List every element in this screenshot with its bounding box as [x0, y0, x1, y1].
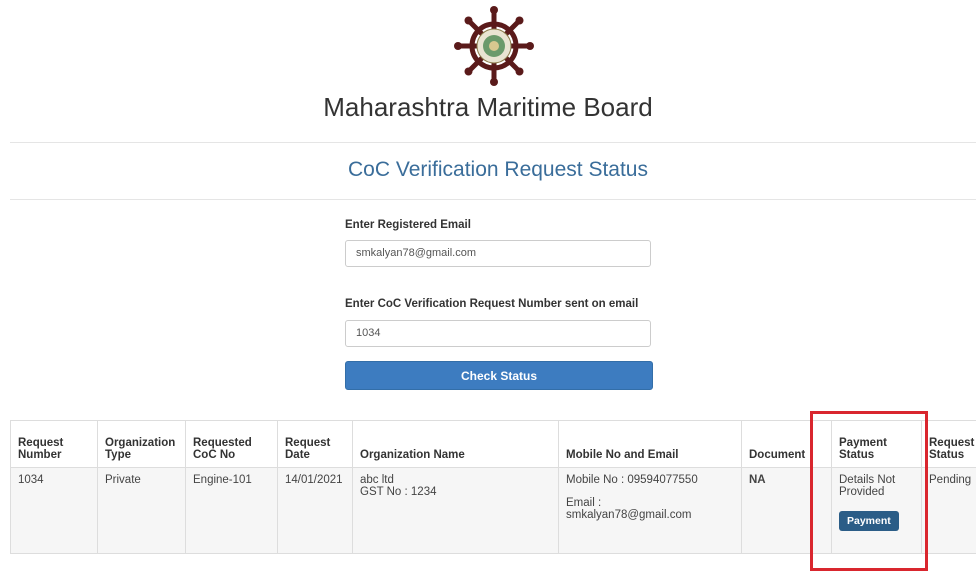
- header-request-date: Request Date: [277, 420, 353, 468]
- divider: [10, 142, 976, 143]
- email-label: Enter Registered Email: [345, 219, 471, 231]
- mobile-number: Mobile No : 09594077550: [566, 474, 698, 486]
- gst-number: GST No : 1234: [360, 486, 437, 498]
- email-field[interactable]: smkalyan78@gmail.com: [345, 240, 651, 267]
- cell-organization-name: abc ltd GST No : 1234: [352, 467, 559, 554]
- header-requested-coc-no: Requested CoC No: [185, 420, 278, 468]
- cell-document: NA: [741, 467, 832, 554]
- cell-request-status: Pending: [921, 467, 976, 554]
- table-row: 1034 Private Engine-101 14/01/2021 abc l…: [10, 467, 976, 554]
- email-address: smkalyan78@gmail.com: [566, 509, 692, 521]
- cell-mobile-email: Mobile No : 09594077550 Email : smkalyan…: [558, 467, 742, 554]
- header-mobile-email: Mobile No and Email: [558, 420, 742, 468]
- payment-button[interactable]: Payment: [839, 511, 899, 531]
- divider: [10, 199, 976, 200]
- organization-title: Maharashtra Maritime Board: [323, 92, 653, 122]
- request-number-label: Enter CoC Verification Request Number se…: [345, 298, 639, 310]
- header-document: Document: [741, 420, 832, 468]
- cell-requested-coc-no: Engine-101: [185, 467, 278, 554]
- ships-wheel-emblem-icon: [454, 6, 534, 86]
- table-header-row: Request Number Organization Type Request…: [10, 420, 976, 468]
- organization-name: abc ltd: [360, 474, 394, 486]
- email-caption: Email :: [566, 497, 602, 509]
- header-request-number: Request Number: [10, 420, 98, 468]
- request-number-field[interactable]: 1034: [345, 320, 651, 347]
- check-status-button[interactable]: Check Status: [345, 361, 653, 390]
- header-organization-type: Organization Type: [97, 420, 186, 468]
- page-title: CoC Verification Request Status: [348, 158, 648, 181]
- cell-organization-type: Private: [97, 467, 186, 554]
- results-table: Request Number Organization Type Request…: [10, 420, 976, 554]
- header-payment-status: Payment Status: [831, 420, 922, 468]
- cell-payment-status: Details Not Provided Payment: [831, 467, 922, 554]
- header-organization-name: Organization Name: [352, 420, 559, 468]
- header-request-status: Request Status: [921, 420, 976, 468]
- cell-request-date: 14/01/2021: [277, 467, 353, 554]
- cell-request-number: 1034: [10, 467, 98, 554]
